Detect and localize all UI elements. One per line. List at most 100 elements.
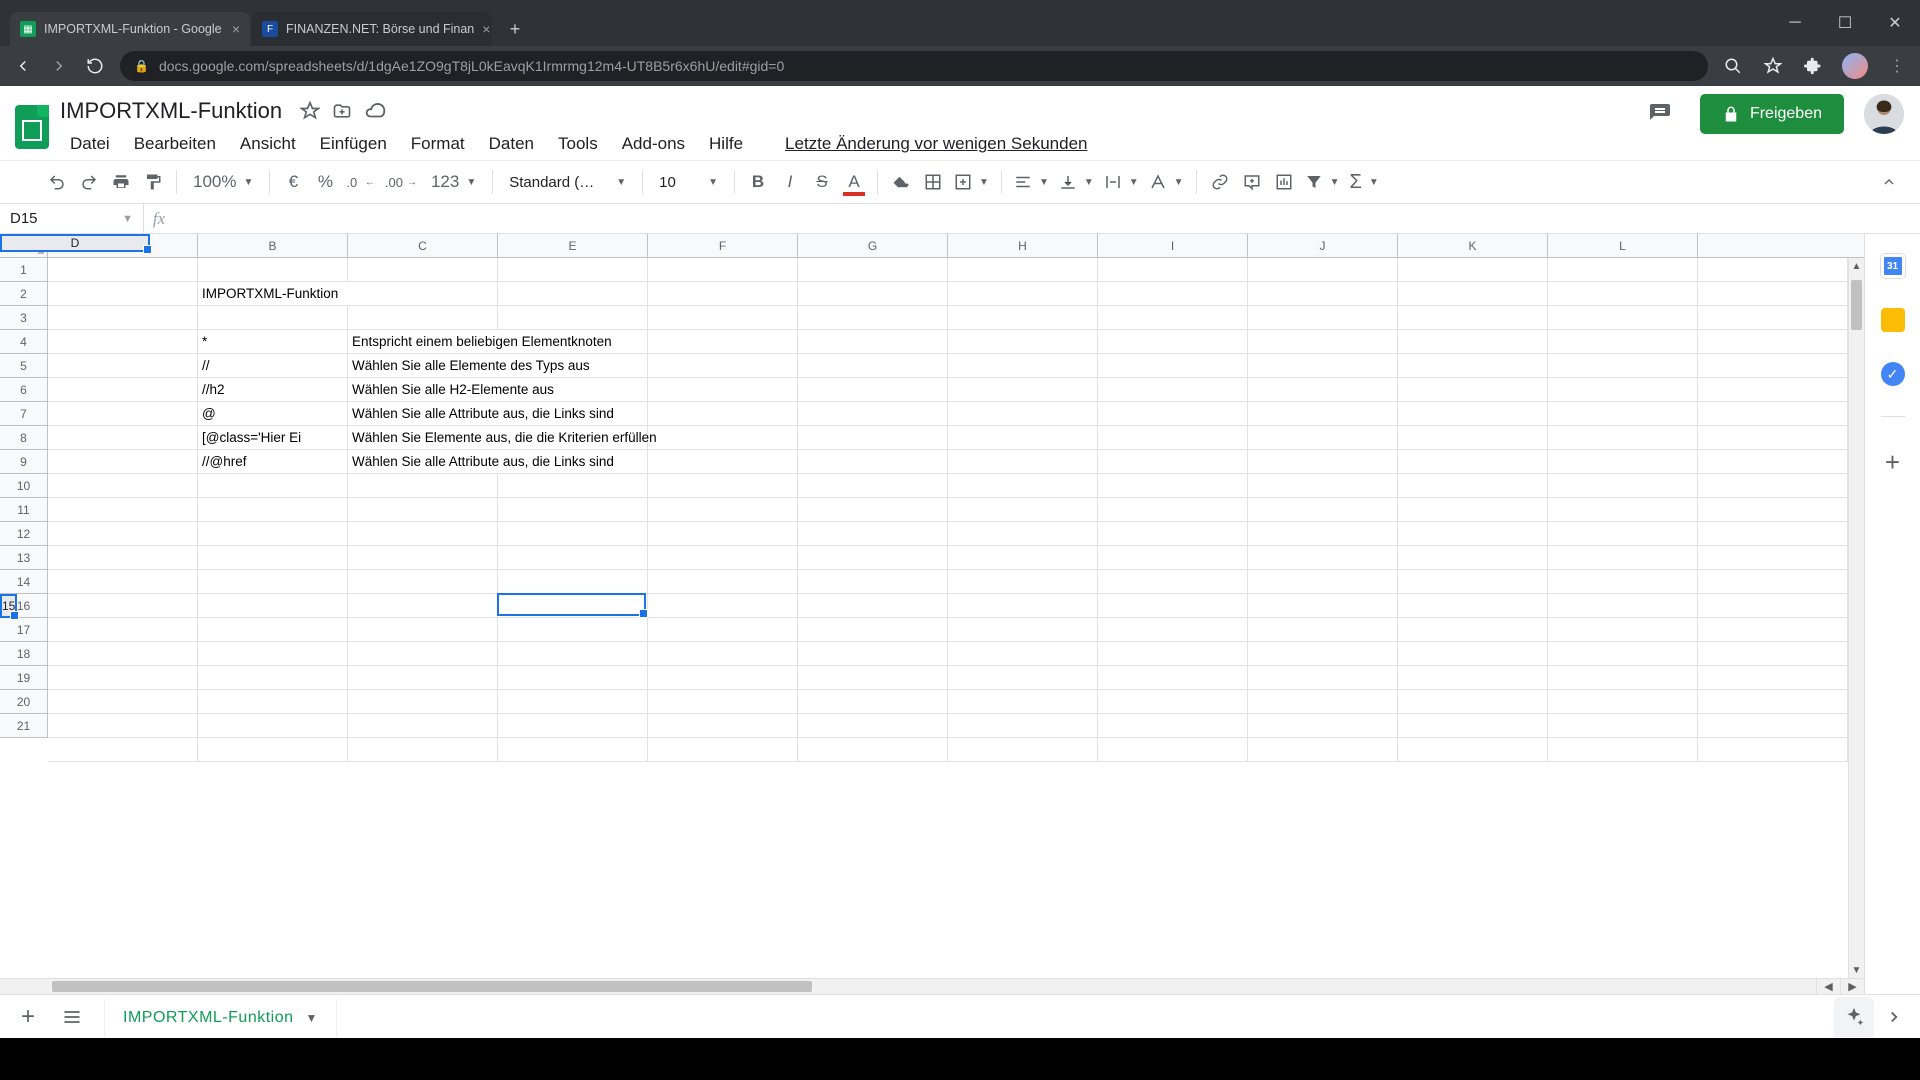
cell-grid[interactable]: IMPORTXML-Funktion*Entspricht einem beli…: [48, 258, 1848, 978]
collapse-toolbar-button[interactable]: [1874, 167, 1904, 197]
cell-L1[interactable]: [1698, 258, 1848, 282]
cell-E9[interactable]: [648, 450, 798, 474]
cell-H11[interactable]: [1098, 498, 1248, 522]
cell-J3[interactable]: [1398, 306, 1548, 330]
cell-J17[interactable]: [1398, 642, 1548, 666]
cell-C5[interactable]: Wählen Sie alle Elemente des Typs aus: [348, 354, 498, 378]
cell-I4[interactable]: [1248, 330, 1398, 354]
cell-H18[interactable]: [1098, 666, 1248, 690]
cell-H10[interactable]: [1098, 474, 1248, 498]
cell-A12[interactable]: [48, 522, 198, 546]
cell-A18[interactable]: [48, 666, 198, 690]
cell-H3[interactable]: [1098, 306, 1248, 330]
cell-G13[interactable]: [948, 546, 1098, 570]
cell-K15[interactable]: [1548, 594, 1698, 618]
cell-H2[interactable]: [1098, 282, 1248, 306]
cell-C11[interactable]: [348, 498, 498, 522]
cell-F9[interactable]: [798, 450, 948, 474]
insert-chart-button[interactable]: [1269, 167, 1299, 197]
cell-B5[interactable]: //: [198, 354, 348, 378]
sheet-tab-active[interactable]: IMPORTXML-Funktion ▼: [104, 997, 337, 1037]
cell-F19[interactable]: [798, 690, 948, 714]
menu-hilfe[interactable]: Hilfe: [699, 130, 753, 158]
cell-L3[interactable]: [1698, 306, 1848, 330]
chevron-down-icon[interactable]: ▼: [306, 1011, 318, 1025]
cell-K18[interactable]: [1548, 666, 1698, 690]
filter-button[interactable]: ▼: [1301, 167, 1344, 197]
cell-G9[interactable]: [948, 450, 1098, 474]
menu-format[interactable]: Format: [401, 130, 475, 158]
cell-J13[interactable]: [1398, 546, 1548, 570]
cell-A1[interactable]: [48, 258, 198, 282]
cell-H17[interactable]: [1098, 642, 1248, 666]
cell-K3[interactable]: [1548, 306, 1698, 330]
cell-G20[interactable]: [948, 714, 1098, 738]
cell-G12[interactable]: [948, 522, 1098, 546]
cell-C19[interactable]: [348, 690, 498, 714]
cell-D3[interactable]: [498, 306, 648, 330]
cell-A7[interactable]: [48, 402, 198, 426]
cell-A15[interactable]: [48, 594, 198, 618]
cell-D21[interactable]: [498, 738, 648, 762]
row-header-4[interactable]: 4: [0, 330, 48, 354]
cell-G17[interactable]: [948, 642, 1098, 666]
cell-F20[interactable]: [798, 714, 948, 738]
cell-B11[interactable]: [198, 498, 348, 522]
cell-H12[interactable]: [1098, 522, 1248, 546]
cell-F21[interactable]: [798, 738, 948, 762]
cell-G1[interactable]: [948, 258, 1098, 282]
cell-I16[interactable]: [1248, 618, 1398, 642]
cell-C4[interactable]: Entspricht einem beliebigen Elementknote…: [348, 330, 498, 354]
cell-B13[interactable]: [198, 546, 348, 570]
cell-A21[interactable]: [48, 738, 198, 762]
cell-J8[interactable]: [1398, 426, 1548, 450]
cell-L9[interactable]: [1698, 450, 1848, 474]
cell-G19[interactable]: [948, 690, 1098, 714]
cell-G3[interactable]: [948, 306, 1098, 330]
all-sheets-button[interactable]: [50, 997, 94, 1037]
cell-K14[interactable]: [1548, 570, 1698, 594]
cell-G15[interactable]: [948, 594, 1098, 618]
cell-B1[interactable]: [198, 258, 348, 282]
close-icon[interactable]: ×: [482, 21, 490, 37]
tasks-addon-icon[interactable]: ✓: [1881, 362, 1905, 386]
cell-J5[interactable]: [1398, 354, 1548, 378]
cell-H19[interactable]: [1098, 690, 1248, 714]
cell-F11[interactable]: [798, 498, 948, 522]
cell-C1[interactable]: [348, 258, 498, 282]
cell-C17[interactable]: [348, 642, 498, 666]
move-icon[interactable]: [332, 101, 352, 121]
share-button[interactable]: Freigeben: [1700, 94, 1844, 134]
cell-E3[interactable]: [648, 306, 798, 330]
cell-B4[interactable]: *: [198, 330, 348, 354]
cell-L20[interactable]: [1698, 714, 1848, 738]
cell-D10[interactable]: [498, 474, 648, 498]
vertical-scrollbar[interactable]: ▲ ▼: [1848, 258, 1864, 978]
cell-C14[interactable]: [348, 570, 498, 594]
row-header-10[interactable]: 10: [0, 474, 48, 498]
cell-E4[interactable]: [648, 330, 798, 354]
row-header-14[interactable]: 14: [0, 570, 48, 594]
increase-decimal-button[interactable]: .00→: [381, 167, 421, 197]
add-addon-button[interactable]: +: [1885, 447, 1900, 478]
cell-G18[interactable]: [948, 666, 1098, 690]
cell-H8[interactable]: [1098, 426, 1248, 450]
print-button[interactable]: [106, 167, 136, 197]
cell-C7[interactable]: Wählen Sie alle Attribute aus, die Links…: [348, 402, 498, 426]
minimize-button[interactable]: ─: [1770, 0, 1820, 46]
column-header-J[interactable]: J: [1248, 234, 1398, 257]
cell-F15[interactable]: [798, 594, 948, 618]
cell-G21[interactable]: [948, 738, 1098, 762]
cell-C12[interactable]: [348, 522, 498, 546]
cell-I14[interactable]: [1248, 570, 1398, 594]
cell-K10[interactable]: [1548, 474, 1698, 498]
scroll-thumb[interactable]: [52, 981, 812, 992]
cell-E6[interactable]: [648, 378, 798, 402]
font-select[interactable]: Standard (…▼: [501, 167, 634, 197]
keep-addon-icon[interactable]: [1881, 308, 1905, 332]
cell-B19[interactable]: [198, 690, 348, 714]
cell-E11[interactable]: [648, 498, 798, 522]
cell-I18[interactable]: [1248, 666, 1398, 690]
cell-A3[interactable]: [48, 306, 198, 330]
cell-I2[interactable]: [1248, 282, 1398, 306]
